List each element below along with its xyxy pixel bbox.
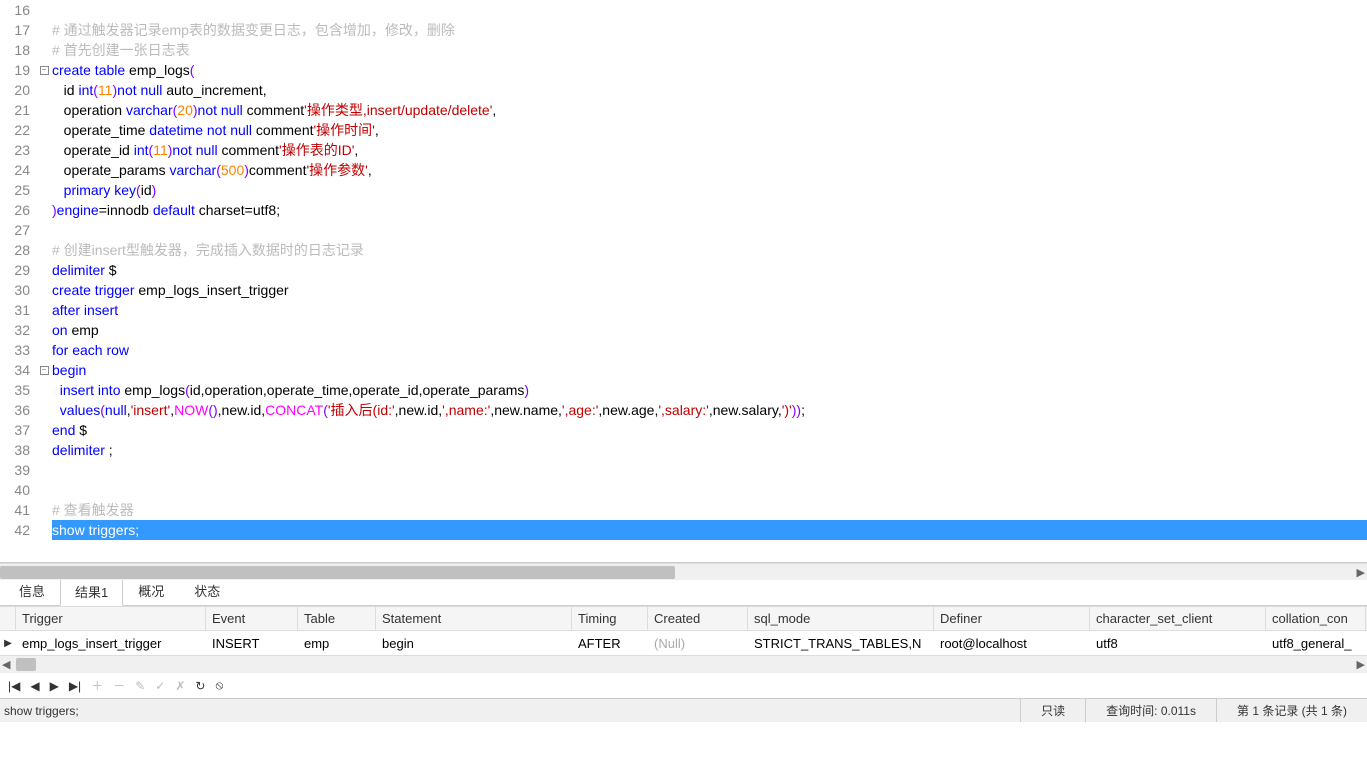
cell-created[interactable]: (Null) bbox=[648, 631, 748, 655]
status-readonly: 只读 bbox=[1020, 699, 1085, 722]
grid-row[interactable]: ▶ emp_logs_insert_trigger INSERT emp beg… bbox=[0, 631, 1367, 655]
col-collation[interactable]: collation_con bbox=[1266, 607, 1366, 630]
cell-timing[interactable]: AFTER bbox=[572, 631, 648, 655]
nav-edit-icon: ✎ bbox=[135, 679, 145, 693]
nav-next-icon[interactable]: ▶ bbox=[50, 679, 59, 693]
cell-event[interactable]: INSERT bbox=[206, 631, 298, 655]
status-record-count: 第 1 条记录 (共 1 条) bbox=[1216, 699, 1367, 722]
grid-corner bbox=[0, 607, 16, 630]
row-indicator-icon: ▶ bbox=[0, 638, 16, 649]
nav-cancel-icon: ✗ bbox=[175, 679, 185, 693]
col-event[interactable]: Event bbox=[206, 607, 298, 630]
record-nav-toolbar: |◀ ◀ ▶ ▶| ＋ － ✎ ✓ ✗ ↻ ⦸ bbox=[0, 672, 1367, 698]
scrollbar-arrow-right-icon[interactable]: ▶ bbox=[1357, 658, 1365, 671]
col-timing[interactable]: Timing bbox=[572, 607, 648, 630]
nav-post-icon: ✓ bbox=[155, 679, 165, 693]
status-query: show triggers; bbox=[0, 704, 1020, 718]
result-tabs: 信息结果1概况状态 bbox=[0, 580, 1367, 606]
cell-definer[interactable]: root@localhost bbox=[934, 631, 1090, 655]
nav-refresh-icon[interactable]: ↻ bbox=[195, 679, 205, 693]
col-definer[interactable]: Definer bbox=[934, 607, 1090, 630]
status-bar: show triggers; 只读 查询时间: 0.011s 第 1 条记录 (… bbox=[0, 698, 1367, 722]
editor-horizontal-scrollbar[interactable]: ▶ bbox=[0, 563, 1367, 580]
nav-prev-icon[interactable]: ◀ bbox=[30, 679, 39, 693]
tab-1[interactable]: 结果1 bbox=[60, 577, 123, 606]
tab-2[interactable]: 概况 bbox=[123, 576, 179, 605]
scrollbar-thumb[interactable] bbox=[16, 658, 36, 671]
cell-collation[interactable]: utf8_general_ bbox=[1266, 631, 1366, 655]
cell-statement[interactable]: begin bbox=[376, 631, 572, 655]
col-table[interactable]: Table bbox=[298, 607, 376, 630]
nav-first-icon[interactable]: |◀ bbox=[8, 679, 20, 693]
cell-trigger[interactable]: emp_logs_insert_trigger bbox=[16, 631, 206, 655]
nav-last-icon[interactable]: ▶| bbox=[69, 679, 81, 693]
sql-editor[interactable]: 1617181920212223242526272829303132333435… bbox=[0, 0, 1367, 563]
code-area[interactable]: # 通过触发器记录emp表的数据变更日志，包含增加，修改，删除# 首先创建一张日… bbox=[50, 0, 1367, 562]
tab-0[interactable]: 信息 bbox=[4, 576, 60, 605]
scrollbar-thumb[interactable] bbox=[0, 566, 675, 579]
result-grid: Trigger Event Table Statement Timing Cre… bbox=[0, 606, 1367, 672]
grid-header: Trigger Event Table Statement Timing Cre… bbox=[0, 607, 1367, 631]
line-number-gutter: 1617181920212223242526272829303132333435… bbox=[0, 0, 38, 562]
nav-insert-icon: ＋ bbox=[91, 677, 103, 694]
col-charset[interactable]: character_set_client bbox=[1090, 607, 1266, 630]
cell-table[interactable]: emp bbox=[298, 631, 376, 655]
fold-gutter[interactable]: −− bbox=[38, 0, 50, 562]
scrollbar-arrow-right-icon[interactable]: ▶ bbox=[1357, 566, 1365, 579]
nav-stop-icon[interactable]: ⦸ bbox=[215, 678, 223, 693]
nav-delete-icon: － bbox=[113, 677, 125, 694]
cell-charset[interactable]: utf8 bbox=[1090, 631, 1266, 655]
scrollbar-arrow-left-icon[interactable]: ◀ bbox=[2, 658, 10, 671]
grid-horizontal-scrollbar[interactable]: ◀ ▶ bbox=[0, 655, 1367, 672]
col-trigger[interactable]: Trigger bbox=[16, 607, 206, 630]
tab-3[interactable]: 状态 bbox=[179, 576, 235, 605]
col-created[interactable]: Created bbox=[648, 607, 748, 630]
col-sqlmode[interactable]: sql_mode bbox=[748, 607, 934, 630]
status-query-time: 查询时间: 0.011s bbox=[1085, 699, 1216, 722]
col-statement[interactable]: Statement bbox=[376, 607, 572, 630]
cell-sqlmode[interactable]: STRICT_TRANS_TABLES,N bbox=[748, 631, 934, 655]
